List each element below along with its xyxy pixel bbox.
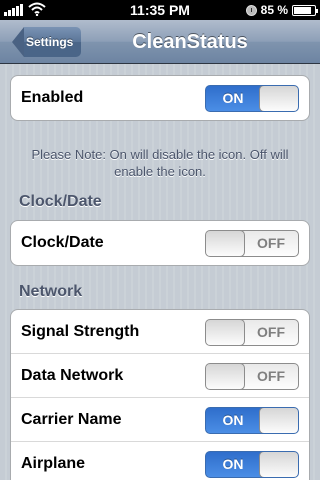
signal-strength-label: Signal Strength <box>21 323 140 340</box>
switch-knob <box>259 408 298 433</box>
data-network-switch[interactable]: OFF <box>205 363 299 390</box>
clock-date-label: Clock/Date <box>21 234 104 251</box>
signal-strength-row: Signal Strength OFF <box>11 310 309 354</box>
data-network-row: Data Network OFF <box>11 354 309 398</box>
carrier-name-row: Carrier Name ON <box>11 398 309 442</box>
switch-knob <box>259 86 298 111</box>
switch-state-text: ON <box>222 412 244 428</box>
page-title: CleanStatus <box>132 31 248 53</box>
clock-group: Clock/Date OFF <box>10 220 310 266</box>
switch-state-text: ON <box>222 456 244 472</box>
network-group: Signal Strength OFF Data Network OFF Car… <box>10 309 310 480</box>
carrier-name-label: Carrier Name <box>21 411 122 428</box>
enabled-row: Enabled ON <box>11 76 309 120</box>
status-bar: 11:35 PM 85 % <box>0 0 320 20</box>
airplane-switch[interactable]: ON <box>205 451 299 478</box>
airplane-row: Airplane ON <box>11 442 309 480</box>
orientation-lock-icon <box>245 4 257 16</box>
clock-date-switch[interactable]: OFF <box>205 230 299 257</box>
battery-percent: 85 % <box>260 3 288 17</box>
navigation-bar: Settings CleanStatus <box>0 20 320 64</box>
enabled-label: Enabled <box>21 89 84 106</box>
battery-icon <box>292 4 318 16</box>
airplane-label: Airplane <box>21 455 86 472</box>
section-header-network: Network <box>19 283 83 300</box>
enabled-group: Enabled ON <box>10 75 310 121</box>
info-note: Please Note: On will disable the icon. O… <box>31 147 289 179</box>
switch-knob <box>206 364 245 389</box>
switch-state-text: ON <box>222 90 244 106</box>
switch-knob <box>206 320 245 345</box>
enabled-switch[interactable]: ON <box>205 85 299 112</box>
carrier-name-switch[interactable]: ON <box>205 407 299 434</box>
back-button-label: Settings <box>24 27 82 57</box>
section-header-clock: Clock/Date <box>19 193 102 210</box>
back-arrow-icon <box>12 27 24 57</box>
switch-state-text: OFF <box>257 368 285 384</box>
signal-strength-switch[interactable]: OFF <box>205 319 299 346</box>
data-network-label: Data Network <box>21 367 124 384</box>
switch-knob <box>206 231 245 256</box>
switch-state-text: OFF <box>257 324 285 340</box>
back-button[interactable]: Settings <box>12 27 82 57</box>
switch-state-text: OFF <box>257 235 285 251</box>
clock-date-row: Clock/Date OFF <box>11 221 309 265</box>
switch-knob <box>259 452 298 477</box>
